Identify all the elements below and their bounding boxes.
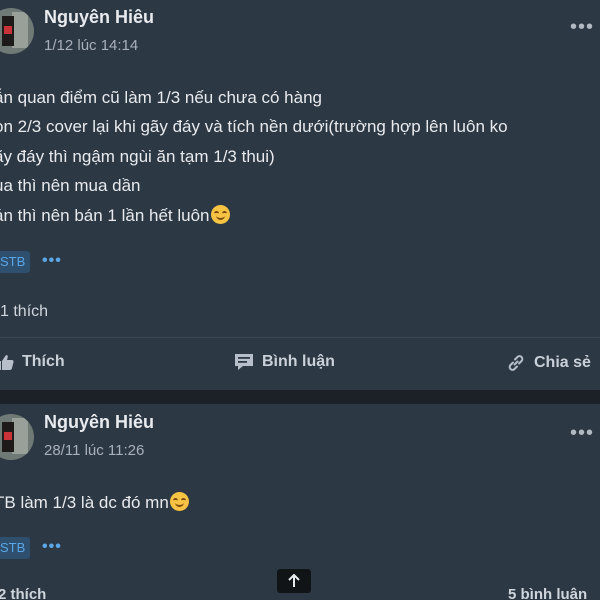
tag-more-icon[interactable]: ••• bbox=[42, 252, 62, 270]
smile-emoji-icon bbox=[169, 492, 189, 511]
stock-tag[interactable]: STB bbox=[0, 537, 30, 559]
more-options-icon[interactable]: ••• bbox=[570, 17, 594, 37]
avatar[interactable] bbox=[0, 8, 34, 54]
post-text-line-with-emoji: TB làm 1/3 là dc đó mn bbox=[0, 492, 189, 513]
post-text-line: ẫn quan điểm cũ làm 1/3 nếu chưa có hàng bbox=[0, 88, 322, 107]
comment-count[interactable]: 5 bình luận bbox=[508, 586, 587, 600]
post-text-line: ua thì nên mua dần bbox=[0, 176, 141, 195]
post-text-line: on 2/3 cover lại khi gãy đáy và tích nền… bbox=[0, 117, 508, 136]
link-icon bbox=[508, 355, 524, 371]
comment-label: Bình luận bbox=[262, 353, 335, 370]
stock-tag[interactable]: STB bbox=[0, 251, 30, 273]
comment-icon bbox=[235, 354, 253, 370]
thumbs-up-icon bbox=[0, 354, 14, 370]
post-separator bbox=[0, 390, 600, 404]
post-text-line-with-emoji: án thì nên bán 1 lần hết luôn bbox=[0, 205, 230, 226]
like-button[interactable]: Thích bbox=[0, 353, 65, 371]
smile-emoji-icon bbox=[210, 205, 230, 224]
tag-more-icon[interactable]: ••• bbox=[42, 538, 62, 556]
post-text-line: TB làm 1/3 là dc đó mn bbox=[0, 493, 169, 512]
post-card: Nguyên Hiêu 1/12 lúc 14:14 ••• ẫn quan đ… bbox=[0, 0, 600, 390]
like-label: Thích bbox=[22, 353, 65, 370]
avatar[interactable] bbox=[0, 414, 34, 460]
share-label: Chia sẻ bbox=[534, 354, 591, 371]
post-author[interactable]: Nguyên Hiêu bbox=[44, 7, 154, 28]
post-text-line: án thì nên bán 1 lần hết luôn bbox=[0, 206, 210, 225]
scroll-to-top-button[interactable] bbox=[277, 569, 311, 593]
post-text-line: ãy đáy thì ngậm ngùi ăn tạm 1/3 thui) bbox=[0, 147, 275, 166]
post-author[interactable]: Nguyên Hiêu bbox=[44, 412, 154, 433]
like-count[interactable]: 1 thích bbox=[0, 303, 48, 321]
share-button[interactable]: Chia sẻ bbox=[506, 353, 591, 373]
post-time[interactable]: 28/11 lúc 11:26 bbox=[44, 442, 144, 459]
comment-button[interactable]: Bình luận bbox=[234, 353, 335, 371]
divider bbox=[0, 337, 600, 338]
more-options-icon[interactable]: ••• bbox=[570, 423, 594, 443]
like-count[interactable]: 2 thích bbox=[0, 586, 46, 600]
post-time[interactable]: 1/12 lúc 14:14 bbox=[44, 37, 138, 54]
arrow-up-icon bbox=[288, 574, 300, 587]
